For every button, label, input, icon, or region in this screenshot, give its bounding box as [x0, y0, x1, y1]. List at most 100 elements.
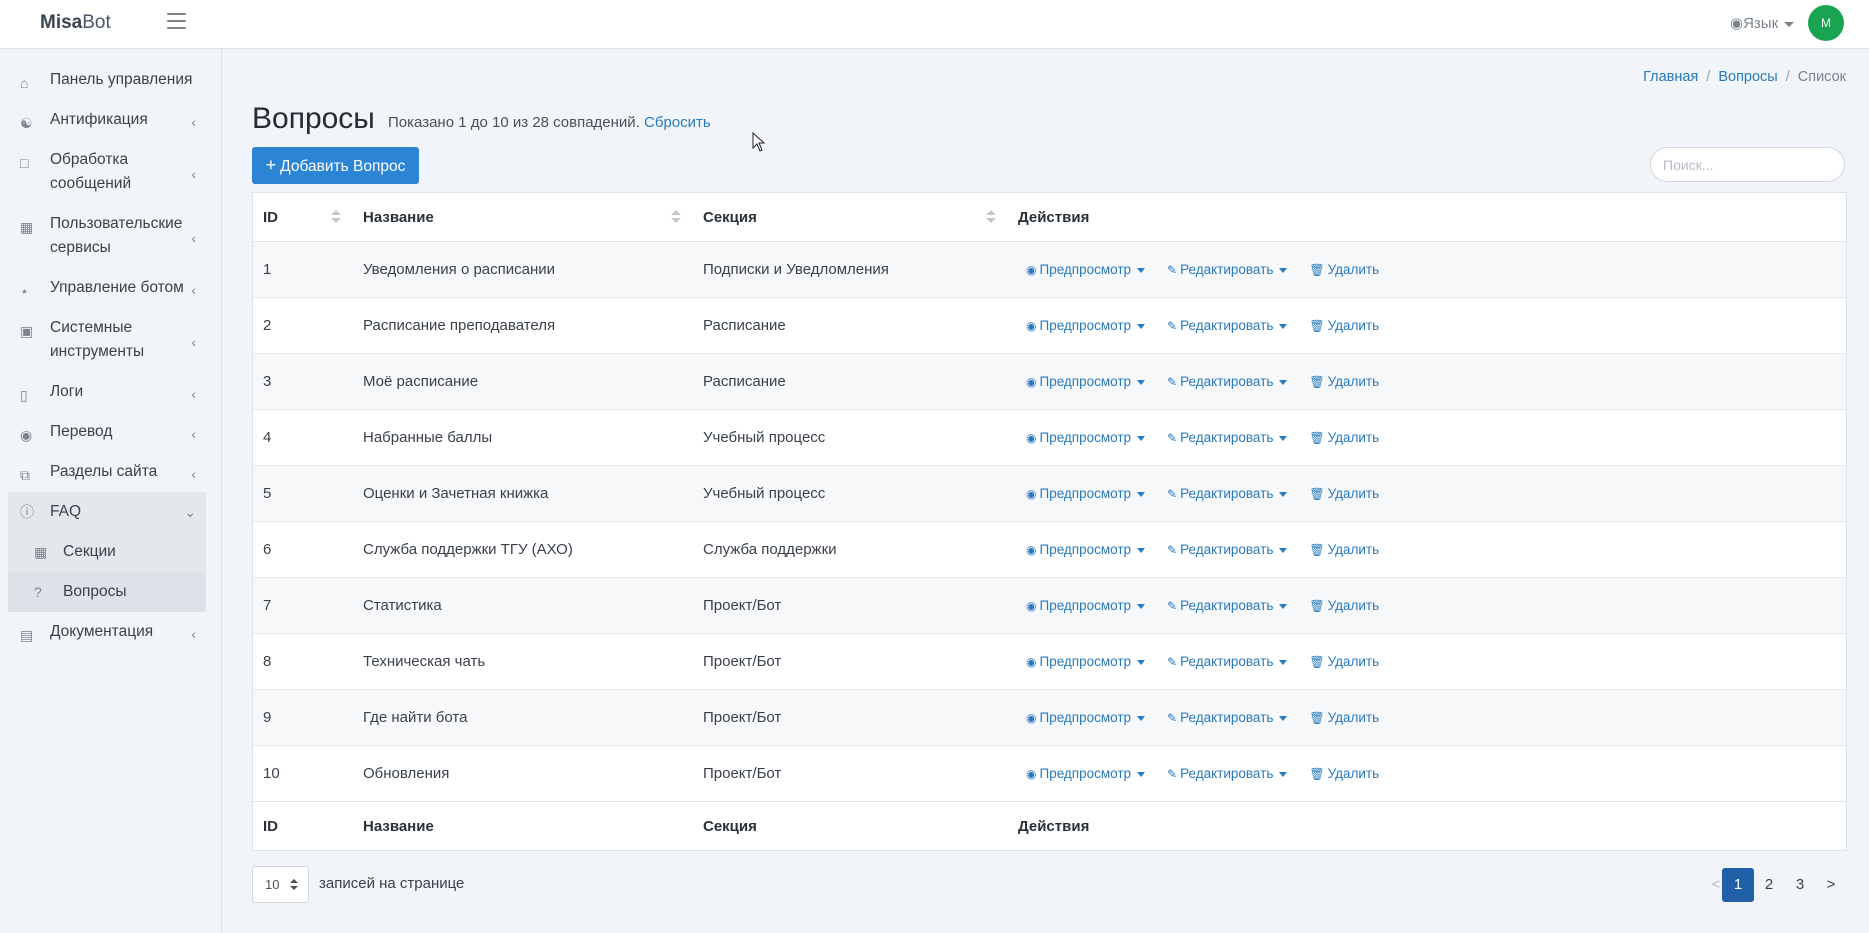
- pagination-page-2[interactable]: 2: [1753, 868, 1785, 902]
- user-avatar[interactable]: M: [1808, 5, 1844, 41]
- delete-button[interactable]: 🗑 Удалить: [1309, 262, 1379, 277]
- top-navbar: MisaBot ◉Язык M: [0, 0, 1869, 49]
- chevron-left-icon: ‹: [191, 626, 196, 642]
- eye-icon: ◉: [1026, 711, 1037, 725]
- sidebar-item-translation[interactable]: ◉ Перевод ‹: [8, 420, 206, 444]
- cell-name: Расписание преподавателя: [353, 297, 693, 354]
- table-row: 4 Набранные баллы Учебный процесс ◉ Предпрос…: [253, 409, 1846, 466]
- cell-section: Расписание: [693, 353, 1008, 410]
- delete-button[interactable]: 🗑 Удалить: [1309, 542, 1379, 557]
- edit-dropdown[interactable]: ✎ Редактировать: [1167, 374, 1288, 389]
- per-page-select[interactable]: 10: [252, 866, 309, 903]
- cell-section: Служба поддержки: [693, 521, 1008, 578]
- preview-dropdown[interactable]: ◉ Предпросмотр: [1026, 486, 1146, 501]
- preview-dropdown[interactable]: ◉ Предпросмотр: [1026, 262, 1146, 277]
- caret-down-icon: [1137, 603, 1146, 609]
- trash-icon: 🗑: [1309, 375, 1325, 389]
- edit-icon: ✎: [1167, 263, 1178, 277]
- caret-down-icon: [1137, 323, 1146, 329]
- pagination-next[interactable]: >: [1815, 868, 1847, 902]
- edit-icon: ✎: [1167, 431, 1178, 445]
- chevron-left-icon: ‹: [191, 334, 196, 350]
- sidebar-item-documentation[interactable]: ▤ Документация ‹: [8, 620, 206, 644]
- table-row: 8 Техническая чать Проект/Бот ◉ Предпросмотр…: [253, 633, 1846, 690]
- cell-actions: ◉ Предпросмотр ✎ Редактировать 🗑 Удалить: [1008, 689, 1846, 746]
- edit-dropdown[interactable]: ✎ Редактировать: [1167, 430, 1288, 445]
- delete-button[interactable]: 🗑 Удалить: [1309, 598, 1379, 613]
- cell-section: Проект/Бот: [693, 689, 1008, 746]
- breadcrumb-home[interactable]: Главная: [1643, 69, 1698, 85]
- preview-dropdown[interactable]: ◉ Предпросмотр: [1026, 318, 1146, 333]
- preview-dropdown[interactable]: ◉ Предпросмотр: [1026, 542, 1146, 557]
- chevron-down-icon: ⌄: [184, 504, 196, 520]
- cell-name: Служба поддержки ТГУ (АХО): [353, 521, 693, 578]
- delete-button[interactable]: 🗑 Удалить: [1309, 766, 1379, 781]
- delete-button[interactable]: 🗑 Удалить: [1309, 430, 1379, 445]
- chevron-left-icon: ‹: [191, 114, 196, 130]
- pagination-page-3[interactable]: 3: [1784, 868, 1816, 902]
- edit-dropdown[interactable]: ✎ Редактировать: [1167, 318, 1288, 333]
- sidebar-item-system-tools[interactable]: ▣ Системные инструменты ‹: [8, 316, 206, 364]
- cell-name: Техническая чать: [353, 633, 693, 690]
- sidebar-item-dashboard[interactable]: ⌂ Панель управления: [8, 68, 206, 92]
- pagination-page-1[interactable]: 1: [1722, 868, 1754, 902]
- cell-id: 7: [253, 577, 353, 634]
- questions-table: ID Название Секция Действия 1 Уведомления…: [252, 192, 1847, 851]
- scroll-icon: ▯: [20, 387, 28, 403]
- edit-dropdown[interactable]: ✎ Редактировать: [1167, 542, 1288, 557]
- delete-button[interactable]: 🗑 Удалить: [1309, 486, 1379, 501]
- sidebar-subitem-questions[interactable]: ? Вопросы: [8, 572, 206, 612]
- chevron-left-icon: ‹: [191, 466, 196, 482]
- book-icon: ▤: [20, 627, 34, 643]
- trash-icon: 🗑: [1309, 487, 1325, 501]
- reset-filter-link[interactable]: Сбросить: [644, 114, 711, 131]
- caret-down-icon: [1279, 715, 1288, 721]
- home-icon: ⌂: [20, 75, 29, 91]
- sort-icon: [331, 210, 341, 224]
- edit-dropdown[interactable]: ✎ Редактировать: [1167, 654, 1288, 669]
- menu-toggle-icon[interactable]: [167, 13, 186, 31]
- column-header-section[interactable]: Секция: [693, 193, 1008, 242]
- sidebar-item-bot-management[interactable]: ⋆ Управление ботом ‹: [8, 276, 206, 300]
- delete-button[interactable]: 🗑 Удалить: [1309, 654, 1379, 669]
- sidebar-item-antification[interactable]: ☯ Антификация ‹: [8, 108, 206, 132]
- question-mark-icon: ?: [34, 584, 42, 600]
- preview-dropdown[interactable]: ◉ Предпросмотр: [1026, 766, 1146, 781]
- trash-icon: 🗑: [1309, 543, 1325, 557]
- search-input[interactable]: [1650, 147, 1845, 182]
- edit-dropdown[interactable]: ✎ Редактировать: [1167, 710, 1288, 725]
- breadcrumb-questions[interactable]: Вопросы: [1718, 69, 1777, 85]
- caret-down-icon: [1137, 659, 1146, 665]
- chat-icon: □: [20, 155, 29, 171]
- preview-dropdown[interactable]: ◉ Предпросмотр: [1026, 430, 1146, 445]
- add-question-button[interactable]: + Добавить Вопрос: [252, 147, 419, 184]
- sidebar-subitem-sections[interactable]: ▦ Секции: [8, 532, 206, 572]
- preview-dropdown[interactable]: ◉ Предпросмотр: [1026, 654, 1146, 669]
- table-row: 10 Обновления Проект/Бот ◉ Предпросмотр ✎ Реда…: [253, 745, 1846, 802]
- column-header-name[interactable]: Название: [353, 193, 693, 242]
- table-row: 3 Моё расписание Расписание ◉ Предпросмотр ✎ Р…: [253, 353, 1846, 410]
- brand-logo[interactable]: MisaBot: [40, 12, 111, 34]
- sidebar-item-user-services[interactable]: ▦ Пользовательские сервисы ‹: [8, 212, 206, 260]
- sidebar-item-message-processing[interactable]: □ Обработка сообщений ‹: [8, 148, 206, 196]
- chevron-left-icon: ‹: [191, 230, 196, 246]
- preview-dropdown[interactable]: ◉ Предпросмотр: [1026, 710, 1146, 725]
- edit-dropdown[interactable]: ✎ Редактировать: [1167, 766, 1288, 781]
- sidebar-item-faq[interactable]: ⓘ FAQ ⌄: [8, 492, 206, 532]
- sidebar-item-logs[interactable]: ▯ Логи ‹: [8, 380, 206, 404]
- edit-dropdown[interactable]: ✎ Редактировать: [1167, 598, 1288, 613]
- delete-button[interactable]: 🗑 Удалить: [1309, 374, 1379, 389]
- network-icon: ⋆: [20, 283, 29, 299]
- preview-dropdown[interactable]: ◉ Предпросмотр: [1026, 374, 1146, 389]
- delete-button[interactable]: 🗑 Удалить: [1309, 710, 1379, 725]
- breadcrumb: Главная / Вопросы / Список: [1643, 69, 1846, 85]
- eye-icon: ◉: [1026, 431, 1037, 445]
- delete-button[interactable]: 🗑 Удалить: [1309, 318, 1379, 333]
- edit-icon: ✎: [1167, 711, 1178, 725]
- sidebar-item-site-sections[interactable]: ⧉ Разделы сайта ‹: [8, 460, 206, 484]
- column-header-id[interactable]: ID: [253, 193, 353, 242]
- preview-dropdown[interactable]: ◉ Предпросмотр: [1026, 598, 1146, 613]
- language-dropdown[interactable]: ◉Язык: [1730, 14, 1795, 32]
- edit-dropdown[interactable]: ✎ Редактировать: [1167, 262, 1288, 277]
- edit-dropdown[interactable]: ✎ Редактировать: [1167, 486, 1288, 501]
